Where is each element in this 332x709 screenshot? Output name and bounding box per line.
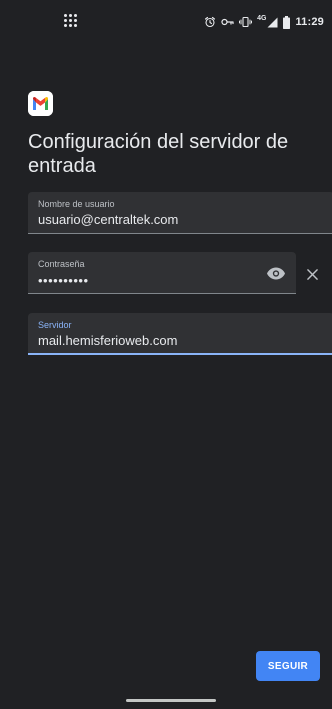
navigation-handle[interactable]: [126, 699, 216, 702]
gmail-logo-icon: [28, 91, 53, 116]
server-field[interactable]: Servidor mail.hemisferioweb.com: [28, 313, 332, 355]
close-icon[interactable]: [302, 264, 322, 284]
vibrate-icon: [239, 14, 253, 30]
screen: 4G 11:29 Configuración del servidor de e…: [8, 0, 332, 709]
alarm-icon: [204, 14, 216, 30]
app-grid-icon: [64, 14, 78, 28]
status-time: 11:29: [295, 16, 324, 28]
password-value: ••••••••••: [38, 273, 89, 288]
password-label: Contraseña: [38, 259, 85, 269]
username-field[interactable]: Nombre de usuario usuario@centraltek.com: [28, 192, 332, 234]
vpn-key-icon: [221, 14, 234, 30]
eye-icon[interactable]: [266, 263, 286, 283]
server-label: Servidor: [38, 320, 72, 330]
password-field[interactable]: Contraseña ••••••••••: [28, 252, 296, 294]
username-value: usuario@centraltek.com: [38, 212, 179, 227]
signal-icon: 4G: [257, 14, 278, 30]
status-icons: 4G 11:29: [204, 14, 324, 30]
seguir-button[interactable]: SEGUIR: [256, 651, 320, 681]
battery-icon: [283, 14, 291, 30]
username-label: Nombre de usuario: [38, 199, 115, 209]
server-value: mail.hemisferioweb.com: [38, 333, 178, 348]
status-bar: 4G 11:29: [8, 0, 332, 52]
network-type-label: 4G: [257, 14, 267, 22]
page-title: Configuración del servidor de entrada: [28, 131, 289, 177]
